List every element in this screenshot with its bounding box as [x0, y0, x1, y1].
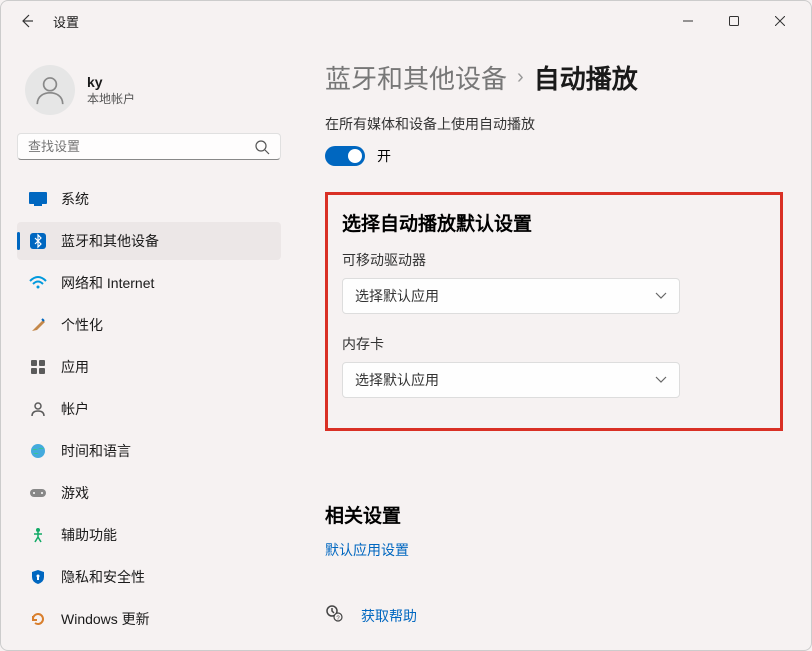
update-icon — [29, 610, 47, 628]
toggle-row: 开 — [325, 146, 783, 166]
sidebar-item-personalization[interactable]: 个性化 — [17, 306, 281, 344]
maximize-button[interactable] — [711, 5, 757, 37]
sidebar-item-accessibility[interactable]: 辅助功能 — [17, 516, 281, 554]
wifi-icon — [29, 274, 47, 292]
nav-list: 系统 蓝牙和其他设备 网络和 Internet 个性化 应用 — [17, 180, 281, 638]
removable-drive-dropdown[interactable]: 选择默认应用 — [342, 278, 680, 314]
defaults-section: 选择自动播放默认设置 可移动驱动器 选择默认应用 内存卡 选择默认应用 — [325, 192, 783, 431]
related-title: 相关设置 — [325, 501, 783, 528]
memory-card-label: 内存卡 — [342, 334, 766, 354]
minimize-button[interactable] — [665, 5, 711, 37]
sidebar-item-label: 辅助功能 — [61, 525, 117, 545]
titlebar-title: 设置 — [53, 12, 79, 31]
help-icon: ? — [325, 604, 343, 627]
gamepad-icon — [29, 484, 47, 502]
account-icon — [29, 400, 47, 418]
sidebar-item-label: 个性化 — [61, 315, 103, 335]
page-title: 自动播放 — [534, 59, 638, 96]
removable-drive-label: 可移动驱动器 — [342, 250, 766, 270]
sidebar-item-accounts[interactable]: 帐户 — [17, 390, 281, 428]
sidebar-item-label: 游戏 — [61, 483, 89, 503]
sidebar-item-label: 隐私和安全性 — [61, 567, 145, 587]
memory-card-field: 内存卡 选择默认应用 — [342, 334, 766, 398]
sidebar-item-update[interactable]: Windows 更新 — [17, 600, 281, 638]
close-button[interactable] — [757, 5, 803, 37]
chevron-right-icon: › — [517, 66, 524, 89]
sidebar-item-label: 系统 — [61, 189, 89, 209]
arrow-left-icon — [19, 13, 35, 29]
titlebar: 设置 — [1, 1, 811, 41]
content: ky 本地帐户 系统 蓝牙和其他设备 网络和 In — [1, 41, 811, 650]
dropdown-value: 选择默认应用 — [355, 286, 439, 306]
sidebar-item-apps[interactable]: 应用 — [17, 348, 281, 386]
chevron-down-icon — [655, 371, 667, 389]
main: 蓝牙和其他设备 › 自动播放 在所有媒体和设备上使用自动播放 开 选择自动播放默… — [297, 41, 811, 650]
sidebar-item-bluetooth[interactable]: 蓝牙和其他设备 — [17, 222, 281, 260]
sidebar: ky 本地帐户 系统 蓝牙和其他设备 网络和 In — [1, 41, 297, 650]
globe-icon — [29, 442, 47, 460]
settings-window: 设置 ky 本地帐户 — [0, 0, 812, 651]
removable-drive-field: 可移动驱动器 选择默认应用 — [342, 250, 766, 314]
sidebar-item-time[interactable]: 时间和语言 — [17, 432, 281, 470]
autoplay-toggle-label: 在所有媒体和设备上使用自动播放 — [325, 114, 783, 134]
user-icon — [33, 73, 67, 107]
window-controls — [665, 5, 803, 37]
defaults-title: 选择自动播放默认设置 — [342, 209, 766, 236]
autoplay-toggle[interactable] — [325, 146, 365, 166]
sidebar-item-gaming[interactable]: 游戏 — [17, 474, 281, 512]
chevron-down-icon — [655, 287, 667, 305]
sidebar-item-label: 蓝牙和其他设备 — [61, 231, 159, 251]
avatar — [25, 65, 75, 115]
paintbrush-icon — [29, 316, 47, 334]
sidebar-item-label: 时间和语言 — [61, 441, 131, 461]
bluetooth-icon — [29, 232, 47, 250]
default-apps-link[interactable]: 默认应用设置 — [325, 540, 783, 560]
sidebar-item-label: 网络和 Internet — [61, 273, 154, 293]
user-info: ky 本地帐户 — [87, 74, 135, 107]
search-box[interactable] — [17, 133, 281, 160]
system-icon — [29, 190, 47, 208]
autoplay-toggle-section: 在所有媒体和设备上使用自动播放 开 — [325, 114, 783, 166]
titlebar-left: 设置 — [9, 11, 79, 31]
search-icon — [254, 139, 270, 155]
memory-card-dropdown[interactable]: 选择默认应用 — [342, 362, 680, 398]
maximize-icon — [729, 16, 739, 26]
sidebar-item-privacy[interactable]: 隐私和安全性 — [17, 558, 281, 596]
get-help-link[interactable]: 获取帮助 — [361, 606, 417, 626]
sidebar-item-label: Windows 更新 — [61, 609, 150, 629]
user-account-type: 本地帐户 — [87, 90, 135, 107]
user-name: ky — [87, 74, 135, 90]
help-row: ? 获取帮助 — [325, 604, 783, 627]
sidebar-item-label: 帐户 — [61, 399, 89, 419]
search-input[interactable] — [28, 139, 254, 154]
close-icon — [775, 16, 785, 26]
accessibility-icon — [29, 526, 47, 544]
shield-icon — [29, 568, 47, 586]
minimize-icon — [683, 16, 693, 26]
related-section: 相关设置 默认应用设置 — [325, 501, 783, 560]
sidebar-item-label: 应用 — [61, 357, 89, 377]
toggle-state-label: 开 — [377, 146, 391, 166]
breadcrumb: 蓝牙和其他设备 › 自动播放 — [325, 59, 783, 96]
breadcrumb-parent[interactable]: 蓝牙和其他设备 — [325, 59, 507, 96]
sidebar-item-system[interactable]: 系统 — [17, 180, 281, 218]
dropdown-value: 选择默认应用 — [355, 370, 439, 390]
sidebar-item-network[interactable]: 网络和 Internet — [17, 264, 281, 302]
back-button[interactable] — [17, 11, 37, 31]
apps-icon — [29, 358, 47, 376]
user-block[interactable]: ky 本地帐户 — [17, 53, 281, 133]
